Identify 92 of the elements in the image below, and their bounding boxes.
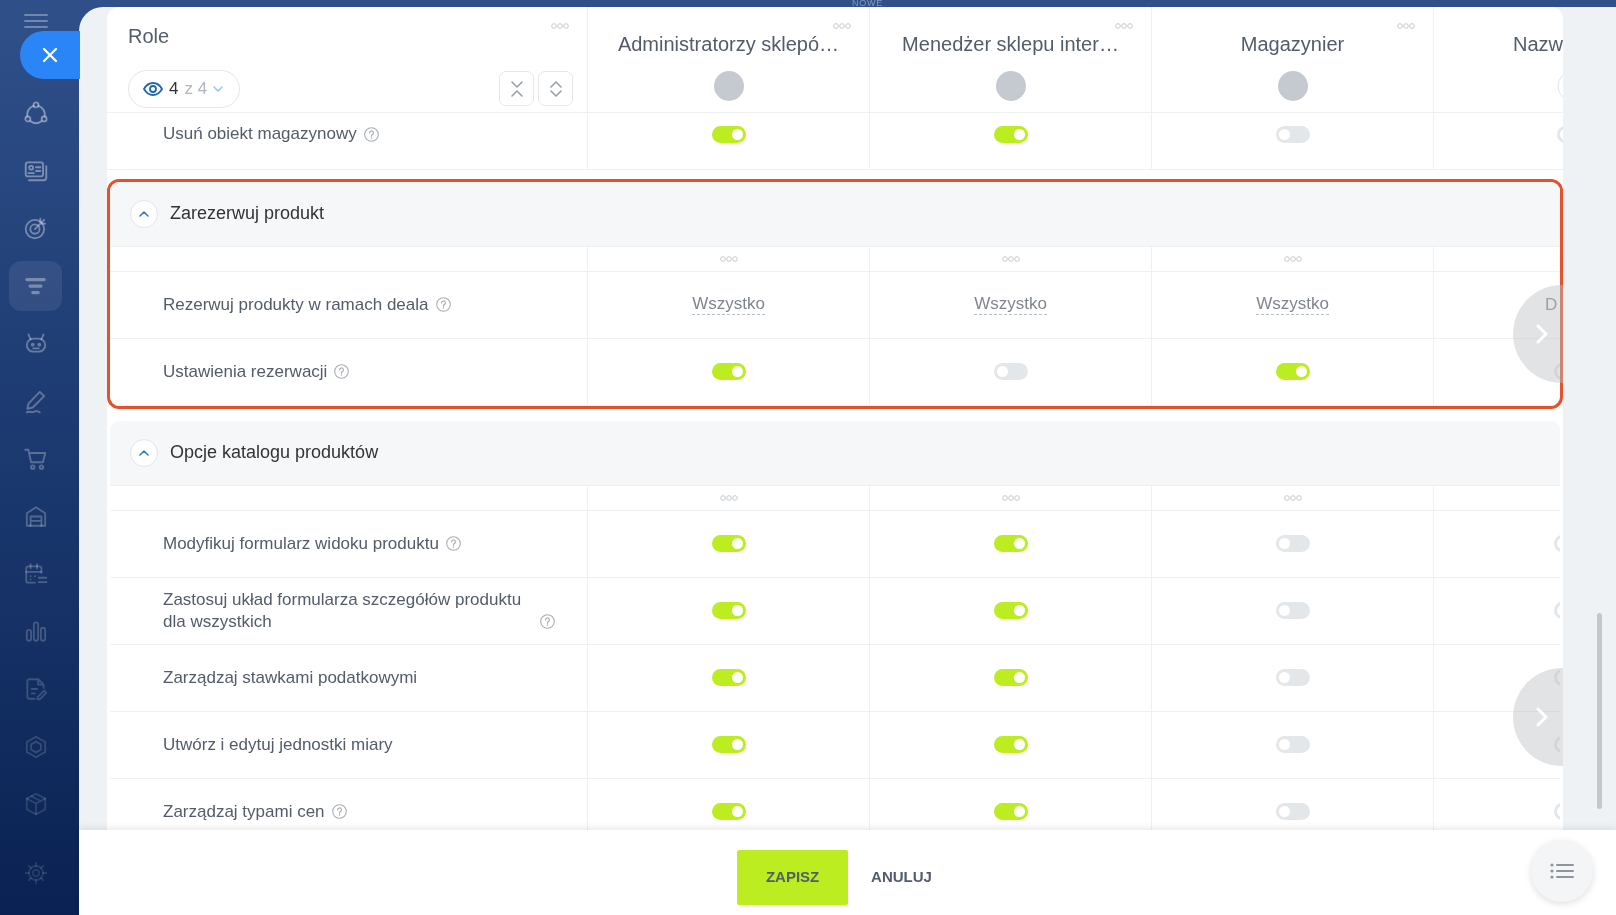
dots-icon[interactable] (1397, 22, 1415, 29)
section-title: Opcje katalogu produktów (170, 441, 379, 465)
toggle-switch[interactable] (1554, 669, 1560, 687)
help-icon[interactable] (363, 126, 379, 142)
help-icon[interactable] (331, 804, 347, 820)
chevron-up-icon (139, 449, 149, 456)
toggle-switch[interactable] (1554, 363, 1560, 381)
section-title: Zarezerwuj produkt (170, 202, 325, 226)
list-icon (1550, 863, 1574, 879)
target-icon[interactable] (22, 215, 49, 242)
dots-icon[interactable] (833, 22, 851, 29)
help-icon[interactable] (435, 297, 451, 313)
toggle-switch[interactable] (1275, 669, 1310, 687)
toggle-switch[interactable] (1275, 535, 1310, 553)
toggle-switch[interactable] (1275, 602, 1310, 620)
role-name: Magazynier (1240, 31, 1345, 56)
section-toggle-button[interactable] (130, 199, 158, 228)
toggle-switch[interactable] (1275, 803, 1310, 821)
toggle-switch[interactable] (711, 125, 746, 143)
dots-icon[interactable] (1001, 255, 1020, 262)
access-level-select[interactable]: Wszystko (692, 294, 765, 316)
expand-all-button[interactable] (538, 71, 573, 107)
toggle-switch[interactable] (1554, 535, 1560, 553)
permission-label: Utwórz i edytuj jednostki miary (163, 733, 393, 756)
avatar-placeholder (995, 70, 1026, 101)
permission-label: Zarządzaj stawkami podatkowymi (163, 666, 418, 689)
permission-label: Usuń obiekt magazynowy (163, 123, 357, 146)
collapse-all-button[interactable] (499, 71, 534, 107)
toggle-switch[interactable] (711, 803, 746, 821)
cancel-button[interactable]: ANULUJ (871, 866, 932, 889)
toggle-switch[interactable] (1275, 736, 1310, 754)
section-toggle-button[interactable] (130, 438, 158, 467)
toggle-switch[interactable] (711, 669, 746, 687)
chevron-right-icon (1536, 706, 1548, 727)
dots-icon[interactable] (719, 494, 738, 501)
toggle-switch[interactable] (993, 602, 1028, 620)
collapse-icon (509, 79, 524, 98)
dots-icon[interactable] (1283, 494, 1302, 501)
chevron-up-icon (139, 210, 149, 217)
toggle-switch[interactable] (1275, 363, 1310, 381)
chevron-down-icon (213, 85, 224, 92)
role-filter-button[interactable]: 4 z 4 (128, 69, 241, 108)
help-icon[interactable] (334, 364, 350, 380)
toggle-switch[interactable] (993, 535, 1028, 553)
toggle-switch[interactable] (1554, 602, 1560, 620)
permission-label: Rezerwuj produkty w ramach deala (163, 293, 429, 316)
toggle-switch[interactable] (711, 602, 746, 620)
toggle-switch[interactable] (1554, 803, 1560, 821)
expand-icon (548, 79, 563, 98)
new-label: NOWE (851, 0, 884, 7)
nodes-icon[interactable] (22, 100, 49, 126)
access-level-select[interactable]: Wszystko (1256, 294, 1329, 316)
dots-icon[interactable] (1115, 22, 1133, 29)
funnel-icon[interactable] (9, 260, 62, 311)
avatar-placeholder (713, 70, 744, 101)
toggle-switch[interactable] (993, 736, 1028, 754)
toggle-switch[interactable] (711, 736, 746, 754)
dots-icon[interactable] (551, 22, 569, 29)
dots-icon[interactable] (1001, 494, 1020, 501)
permission-label: Ustawienia rezerwacji (163, 360, 328, 383)
eye-icon (143, 81, 163, 96)
permission-label: Zastosuj układ formularza szczegółów produktu dla wszystkich (163, 588, 523, 633)
chevron-right-icon (1536, 323, 1548, 344)
help-icon[interactable] (540, 614, 555, 630)
toggle-switch[interactable] (1557, 125, 1563, 143)
toggle-switch[interactable] (711, 535, 746, 553)
calendar-icon[interactable] (22, 560, 49, 587)
role-name: Menedżer sklepu inter… (902, 31, 1119, 56)
toggle-switch[interactable] (711, 363, 746, 381)
access-level-select[interactable]: Wszystko (974, 294, 1047, 316)
permission-label: Zarządzaj typami cen (163, 800, 325, 823)
access-level-select[interactable]: D (1545, 294, 1558, 315)
toggle-switch[interactable] (1275, 125, 1310, 143)
permission-label: Modyfikuj formularz widoku produktu (163, 532, 439, 555)
toggle-switch[interactable] (993, 669, 1028, 687)
help-icon[interactable] (445, 536, 461, 552)
menu-button[interactable] (1531, 840, 1593, 902)
avatar-placeholder (1277, 70, 1308, 101)
settings-icon[interactable] (22, 860, 49, 887)
role-name: Administratorzy sklepó… (617, 31, 840, 56)
dots-icon[interactable] (719, 255, 738, 262)
dots-icon[interactable] (1283, 255, 1302, 262)
toggle-switch[interactable] (993, 363, 1028, 381)
close-icon (42, 47, 58, 63)
toggle-switch[interactable] (993, 125, 1028, 143)
scrollbar-thumb[interactable] (1597, 612, 1602, 809)
close-button[interactable] (20, 31, 80, 79)
toggle-switch[interactable] (993, 803, 1028, 821)
save-button[interactable]: ZAPISZ (737, 850, 849, 905)
menu-icon[interactable] (24, 14, 48, 28)
column-title: Role (128, 23, 170, 48)
role-name: Nazw (1513, 31, 1563, 56)
